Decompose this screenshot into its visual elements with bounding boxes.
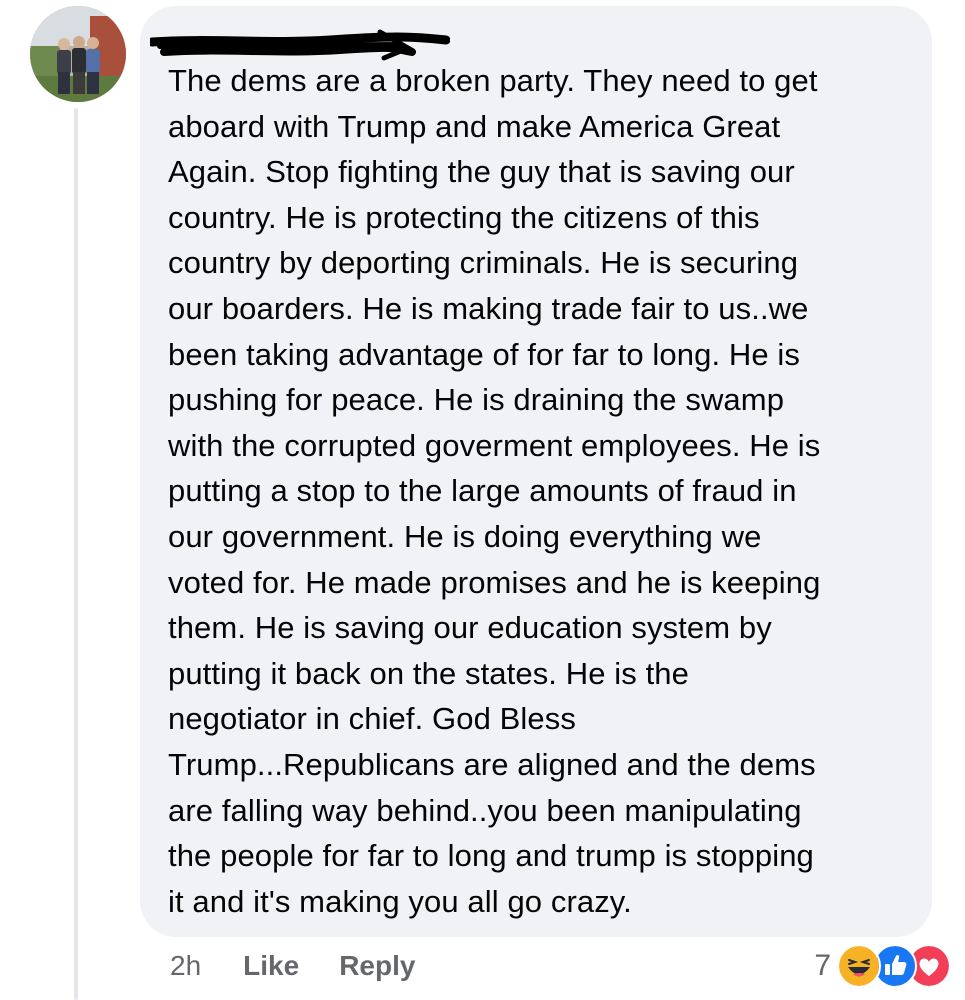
reactions-summary[interactable]: 7 xyxy=(814,944,951,988)
reaction-count: 7 xyxy=(814,949,831,982)
comment-text: The dems are a broken party. They need t… xyxy=(168,63,821,919)
like-button[interactable]: Like xyxy=(243,950,299,982)
reaction-icons xyxy=(837,944,951,988)
reply-button[interactable]: Reply xyxy=(339,950,415,982)
comment-actions: 2h Like Reply xyxy=(170,950,415,982)
comment-thread: The dems are a broken party. They need t… xyxy=(0,0,965,1000)
haha-icon xyxy=(837,944,881,988)
thread-line xyxy=(74,108,78,1000)
comment-timestamp[interactable]: 2h xyxy=(170,950,201,982)
avatar-photo xyxy=(30,6,126,102)
avatar[interactable] xyxy=(30,6,126,102)
